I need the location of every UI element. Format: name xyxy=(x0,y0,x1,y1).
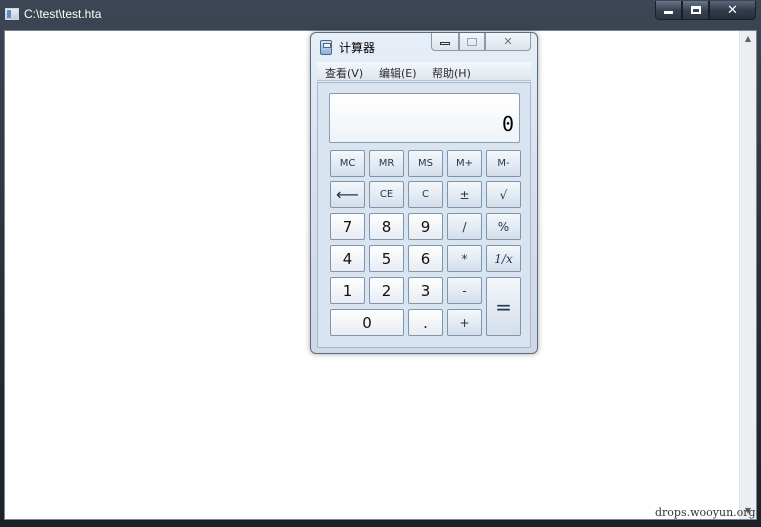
menu-edit[interactable]: 编辑(E) xyxy=(379,65,417,81)
calculator-display: 0 xyxy=(329,93,520,143)
key-c[interactable]: C xyxy=(408,181,443,208)
key-ce[interactable]: CE xyxy=(369,181,404,208)
close-icon: ✕ xyxy=(727,2,738,18)
key-2[interactable]: 2 xyxy=(369,277,404,304)
window-app-icon[interactable] xyxy=(5,8,19,20)
maximize-button[interactable] xyxy=(682,1,709,20)
key-3[interactable]: 3 xyxy=(408,277,443,304)
calc-minimize-button[interactable] xyxy=(431,33,459,51)
key-plus[interactable]: + xyxy=(447,309,482,336)
maximize-icon xyxy=(467,37,477,46)
hta-window-controls: ✕ xyxy=(655,1,756,20)
key-0[interactable]: 0 xyxy=(330,309,404,336)
hta-window-title: C:\test\test.hta xyxy=(24,7,102,21)
minimize-icon xyxy=(440,42,450,45)
key-minus[interactable]: - xyxy=(447,277,482,304)
watermark-text: drops.wooyun.org xyxy=(655,506,756,519)
key-equals[interactable]: = xyxy=(486,277,521,336)
calculator-body: 0 MC MR MS M+ M- ⟵ CE C ± √ 7 8 9 / % 4 … xyxy=(317,82,531,348)
key-sqrt[interactable]: √ xyxy=(486,181,521,208)
close-button[interactable]: ✕ xyxy=(709,1,756,20)
key-mr[interactable]: MR xyxy=(369,150,404,177)
display-value: 0 xyxy=(501,112,514,136)
key-9[interactable]: 9 xyxy=(408,213,443,240)
key-ms[interactable]: MS xyxy=(408,150,443,177)
key-backspace[interactable]: ⟵ xyxy=(330,181,365,208)
key-percent[interactable]: % xyxy=(486,213,521,240)
key-m-minus[interactable]: M- xyxy=(486,150,521,177)
minimize-icon xyxy=(664,11,673,14)
calculator-icon xyxy=(320,40,332,55)
key-mc[interactable]: MC xyxy=(330,150,365,177)
calculator-title-bar[interactable]: 计算器 ✕ xyxy=(311,33,537,61)
key-decimal[interactable]: . xyxy=(408,309,443,336)
key-7[interactable]: 7 xyxy=(330,213,365,240)
key-6[interactable]: 6 xyxy=(408,245,443,272)
close-icon: ✕ xyxy=(503,35,513,48)
calculator-window-controls: ✕ xyxy=(431,33,531,51)
key-plus-minus[interactable]: ± xyxy=(447,181,482,208)
menu-view[interactable]: 查看(V) xyxy=(325,65,363,81)
maximize-icon xyxy=(690,6,701,14)
scroll-up-arrow-icon[interactable]: ▲ xyxy=(740,31,756,47)
calculator-title: 计算器 xyxy=(339,41,376,55)
menu-help[interactable]: 帮助(H) xyxy=(432,65,471,81)
key-divide[interactable]: / xyxy=(447,213,482,240)
calc-maximize-button xyxy=(459,33,485,51)
key-reciprocal[interactable]: 1/x xyxy=(486,245,521,272)
key-8[interactable]: 8 xyxy=(369,213,404,240)
key-m-plus[interactable]: M+ xyxy=(447,150,482,177)
calculator-menubar: 查看(V) 编辑(E) 帮助(H) xyxy=(317,62,531,81)
vertical-scrollbar[interactable]: ▲ ▼ xyxy=(739,31,756,519)
minimize-button[interactable] xyxy=(655,1,682,20)
key-4[interactable]: 4 xyxy=(330,245,365,272)
key-1[interactable]: 1 xyxy=(330,277,365,304)
hta-title-bar[interactable]: C:\test\test.hta ✕ xyxy=(0,0,761,29)
key-multiply[interactable]: * xyxy=(447,245,482,272)
calculator-window: 计算器 ✕ 查看(V) 编辑(E) 帮助(H) 0 MC MR MS M+ M-… xyxy=(310,32,538,354)
key-5[interactable]: 5 xyxy=(369,245,404,272)
calc-close-button[interactable]: ✕ xyxy=(485,33,531,51)
